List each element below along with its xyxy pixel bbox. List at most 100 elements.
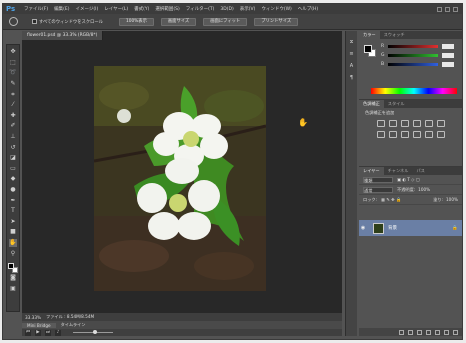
hand-tool-preset-icon[interactable] bbox=[9, 17, 18, 26]
tab-swatches[interactable]: スウォッチ bbox=[380, 31, 409, 39]
lock-icons[interactable]: ▦ ✎ ✥ 🔒 bbox=[381, 197, 401, 203]
tab-mini-bridge[interactable]: Mini Bridge bbox=[22, 322, 56, 328]
scroll-all-windows-checkbox[interactable] bbox=[32, 19, 37, 24]
blend-mode-select[interactable]: 通常 bbox=[363, 186, 393, 193]
eyedropper-tool-icon[interactable]: ⁄ bbox=[9, 101, 17, 109]
filter-icons[interactable]: ▣ ◐ T ◇ ▢ bbox=[397, 177, 420, 182]
layer-row-background[interactable]: ◉ 背景 🔒 bbox=[359, 220, 462, 236]
timeline-zoom-slider[interactable] bbox=[73, 330, 113, 334]
menu-view[interactable]: 表示(V) bbox=[237, 6, 259, 12]
green-slider-track[interactable] bbox=[388, 53, 438, 57]
gradient-tool-icon[interactable]: ▭ bbox=[9, 165, 17, 173]
menu-window[interactable]: ウィンドウ(W) bbox=[258, 6, 294, 12]
brush-tool-icon[interactable]: ✐ bbox=[9, 122, 17, 130]
dodge-tool-icon[interactable]: ● bbox=[9, 186, 17, 194]
menu-image[interactable]: イメージ(I) bbox=[72, 6, 101, 12]
menu-3d[interactable]: 3D(D) bbox=[217, 7, 236, 12]
history-brush-tool-icon[interactable]: ↺ bbox=[9, 144, 17, 152]
blue-value-field[interactable] bbox=[442, 61, 454, 67]
vibrance-icon[interactable] bbox=[425, 120, 433, 127]
menu-select[interactable]: 選択範囲(S) bbox=[152, 6, 182, 12]
blue-slider-track[interactable] bbox=[388, 62, 438, 66]
menu-type[interactable]: 書式(Y) bbox=[131, 6, 152, 12]
black-white-icon[interactable] bbox=[389, 131, 397, 138]
link-layers-icon[interactable] bbox=[399, 329, 404, 335]
print-size-button[interactable]: プリントサイズ bbox=[254, 17, 299, 26]
red-value-field[interactable] bbox=[442, 43, 454, 49]
hue-saturation-icon[interactable] bbox=[437, 120, 445, 127]
lasso-tool-icon[interactable]: ➰ bbox=[9, 69, 17, 77]
color-swatches[interactable] bbox=[8, 262, 18, 273]
tab-layers[interactable]: レイヤー bbox=[359, 167, 384, 175]
move-tool-icon[interactable]: ✥ bbox=[9, 48, 17, 56]
document-tab[interactable]: flower01.psd @ 33.3% (RGB/8*) bbox=[22, 31, 104, 40]
photo-filter-icon[interactable] bbox=[401, 131, 409, 138]
invert-icon[interactable] bbox=[437, 131, 445, 138]
color-balance-icon[interactable] bbox=[377, 131, 385, 138]
eye-icon[interactable]: ◉ bbox=[359, 225, 367, 231]
layer-kind-select[interactable]: 種類 bbox=[363, 176, 393, 183]
menu-layer[interactable]: レイヤー(L) bbox=[101, 6, 131, 12]
first-frame-icon[interactable]: ⏮ bbox=[25, 329, 31, 336]
add-mask-icon[interactable] bbox=[417, 329, 422, 335]
character-icon[interactable]: A bbox=[348, 63, 356, 70]
color-panel-foreground-swatch[interactable] bbox=[364, 45, 372, 53]
shape-tool-icon[interactable]: ■ bbox=[9, 228, 17, 236]
slider-knob[interactable] bbox=[93, 330, 97, 334]
tab-adjustments[interactable]: 色調補正 bbox=[359, 100, 384, 108]
history-icon[interactable]: ⧖ bbox=[348, 39, 356, 46]
fit-screen-button[interactable]: 画面サイズ bbox=[160, 17, 197, 26]
properties-icon[interactable]: ≡ bbox=[348, 51, 356, 58]
blur-tool-icon[interactable]: ◆ bbox=[9, 175, 17, 183]
maximize-icon[interactable] bbox=[445, 6, 450, 12]
minimize-icon[interactable] bbox=[437, 6, 442, 12]
red-slider-row[interactable]: R bbox=[381, 43, 457, 49]
trash-icon[interactable] bbox=[453, 329, 458, 335]
layer-style-icon[interactable] bbox=[408, 329, 413, 335]
green-slider-row[interactable]: G bbox=[381, 52, 457, 58]
menu-file[interactable]: ファイル(F) bbox=[21, 6, 51, 12]
screen-mode-icon[interactable]: ▣ bbox=[9, 285, 17, 293]
foreground-color-swatch[interactable] bbox=[8, 262, 14, 269]
tab-styles[interactable]: スタイル bbox=[384, 100, 409, 108]
clone-stamp-tool-icon[interactable]: ⊥ bbox=[9, 133, 17, 141]
next-frame-icon[interactable]: ⏭ bbox=[45, 329, 51, 336]
red-slider-track[interactable] bbox=[388, 44, 438, 48]
tab-timeline[interactable]: タイムライン bbox=[56, 322, 91, 328]
color-spectrum-bar[interactable] bbox=[371, 88, 457, 94]
document-canvas-photo[interactable] bbox=[94, 66, 266, 291]
adjustment-layer-icon[interactable] bbox=[426, 329, 431, 335]
crop-tool-icon[interactable]: ⌗ bbox=[9, 91, 17, 99]
fill-screen-button[interactable]: 画面にフィット bbox=[203, 17, 248, 26]
exposure-icon[interactable] bbox=[413, 120, 421, 127]
play-icon[interactable]: ▶ bbox=[35, 329, 41, 336]
menu-filter[interactable]: フィルター(T) bbox=[183, 6, 218, 12]
zoom-level[interactable]: 33.33% bbox=[22, 314, 41, 320]
tab-color[interactable]: カラー bbox=[359, 31, 380, 39]
fill-value[interactable]: 100% bbox=[446, 197, 458, 202]
blue-slider-row[interactable]: B bbox=[381, 61, 457, 67]
paragraph-icon[interactable]: ¶ bbox=[348, 75, 356, 82]
layer-name[interactable]: 背景 bbox=[388, 225, 397, 231]
path-select-tool-icon[interactable]: ➤ bbox=[9, 218, 17, 226]
tab-paths[interactable]: パス bbox=[412, 167, 428, 175]
curves-icon[interactable] bbox=[401, 120, 409, 127]
healing-brush-tool-icon[interactable]: ✚ bbox=[9, 112, 17, 120]
opacity-value[interactable]: 100% bbox=[418, 187, 430, 192]
channel-mixer-icon[interactable] bbox=[413, 131, 421, 138]
menu-edit[interactable]: 編集(E) bbox=[51, 6, 72, 12]
document-info[interactable]: ファイル : 8.54M/8.54M bbox=[40, 314, 94, 320]
quick-mask-icon[interactable]: ◙ bbox=[9, 274, 17, 282]
actual-pixels-button[interactable]: 100%表示 bbox=[118, 17, 154, 26]
new-group-icon[interactable] bbox=[435, 329, 440, 335]
hand-tool-icon[interactable]: ✋ bbox=[9, 238, 17, 247]
quick-select-tool-icon[interactable]: ✎ bbox=[9, 80, 17, 88]
eraser-tool-icon[interactable]: ◪ bbox=[9, 154, 17, 162]
new-layer-icon[interactable] bbox=[444, 329, 449, 335]
type-tool-icon[interactable]: T bbox=[9, 207, 17, 215]
close-icon[interactable] bbox=[453, 6, 458, 12]
tab-channels[interactable]: チャンネル bbox=[384, 167, 413, 175]
menu-help[interactable]: ヘルプ(H) bbox=[295, 6, 321, 12]
marquee-tool-icon[interactable]: ⬚ bbox=[9, 59, 17, 67]
brightness-icon[interactable] bbox=[377, 120, 385, 127]
